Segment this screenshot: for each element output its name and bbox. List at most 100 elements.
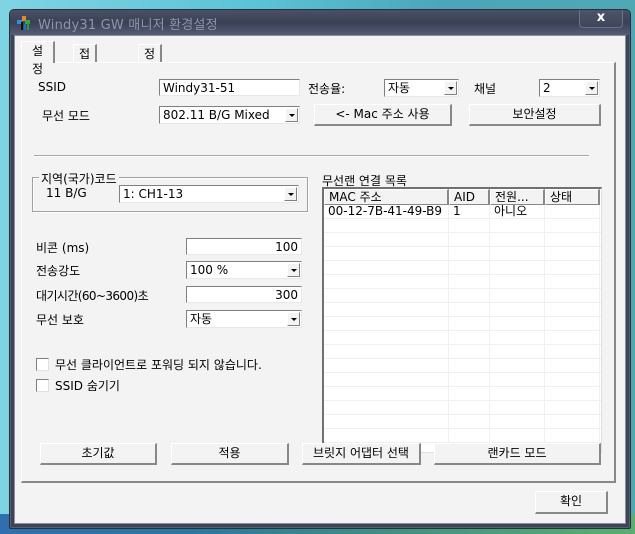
chevron-down-icon[interactable] [287, 263, 300, 277]
empty-cell [545, 233, 600, 246]
empty-cell [324, 429, 449, 442]
empty-cell [324, 415, 449, 428]
empty-cell [324, 303, 449, 316]
empty-cell [449, 429, 490, 442]
empty-cell [324, 331, 449, 344]
column-header-power[interactable]: 전원... [490, 189, 545, 205]
chevron-down-icon[interactable] [285, 108, 298, 122]
tab-info[interactable]: 정보 [138, 44, 163, 79]
empty-cell [449, 247, 490, 260]
tab-access-control[interactable]: 접근 제어 [73, 44, 98, 115]
empty-cell [545, 317, 600, 330]
empty-table-row [324, 373, 601, 387]
beacon-label: 비콘 (ms) [36, 241, 90, 255]
column-header-aid[interactable]: AID [449, 189, 490, 205]
empty-cell [490, 275, 545, 288]
empty-cell [545, 331, 600, 344]
use-mac-address-button[interactable]: <- Mac 주소 사용 [314, 104, 452, 126]
empty-table-row [324, 303, 601, 317]
region-code-group: 지역(국가)코드 11 B/G 1: CH1-13 [32, 170, 308, 212]
title-bar[interactable]: Windy31 GW 매니저 환경설정 x [10, 10, 630, 35]
chevron-down-icon[interactable] [444, 81, 457, 95]
empty-table-row [324, 247, 601, 261]
close-button[interactable]: x [579, 10, 623, 28]
protection-select[interactable]: 자동 [186, 310, 302, 328]
empty-cell [324, 373, 449, 386]
empty-cell [490, 373, 545, 386]
apply-button[interactable]: 적용 [171, 443, 289, 465]
checkbox-box[interactable] [36, 379, 49, 392]
empty-cell [545, 289, 600, 302]
empty-cell [545, 345, 600, 358]
channel-value: 2 [543, 81, 551, 95]
empty-cell [324, 233, 449, 246]
app-logo-icon [17, 16, 30, 30]
empty-cell [490, 247, 545, 260]
client-list[interactable]: MAC 주소 AID 전원... 상태 00-12-7B-41-49-B9 1 … [322, 187, 602, 453]
empty-table-row [324, 415, 601, 429]
security-settings-button[interactable]: 보안설정 [469, 104, 601, 126]
empty-cell [449, 387, 490, 400]
cell-status [545, 205, 600, 218]
empty-table-row [324, 289, 601, 303]
empty-cell [545, 247, 600, 260]
empty-cell [449, 289, 490, 302]
chevron-down-icon[interactable] [585, 81, 598, 95]
empty-table-row [324, 261, 601, 275]
chevron-down-icon[interactable] [287, 312, 300, 326]
checkbox-box[interactable] [36, 358, 49, 371]
cell-power: 아니오 [490, 205, 545, 218]
bridge-adapter-select-button[interactable]: 브릿지 어댑터 선택 [302, 443, 421, 465]
empty-cell [324, 289, 449, 302]
empty-cell [449, 261, 490, 274]
empty-cell [490, 401, 545, 414]
idle-time-input[interactable]: 300 [186, 286, 302, 303]
wireless-mode-label: 무선 모드 [42, 109, 90, 123]
tx-rate-value: 자동 [388, 81, 411, 95]
ok-button[interactable]: 확인 [535, 491, 608, 514]
settings-panel: SSID Windy31-51 전송율: 자동 채널 2 무선 모드 802.1… [21, 62, 616, 483]
cell-mac: 00-12-7B-41-49-B9 [324, 205, 449, 218]
lancard-mode-button[interactable]: 랜카드 모드 [434, 443, 601, 465]
region-code-select[interactable]: 1: CH1-13 [119, 185, 299, 203]
empty-cell [490, 345, 545, 358]
empty-cell [545, 401, 600, 414]
tx-power-label: 전송강도 [36, 264, 81, 278]
empty-cell [324, 261, 449, 274]
hide-ssid-checkbox[interactable]: SSID 숨기기 [36, 377, 120, 394]
separator [34, 155, 589, 157]
empty-cell [490, 261, 545, 274]
chevron-down-icon[interactable] [284, 187, 297, 201]
empty-cell [545, 261, 600, 274]
no-forward-label: 무선 클라이언트로 포워딩 되지 않습니다. [55, 358, 262, 372]
beacon-input[interactable]: 100 [186, 238, 302, 255]
channel-select[interactable]: 2 [539, 79, 600, 97]
channel-label: 채널 [474, 82, 497, 96]
client-area: 설정 접근 제어 정보 SSID Windy31-51 전송율: 자동 채널 2… [14, 35, 626, 524]
column-header-status[interactable]: 상태 [545, 189, 600, 205]
table-row[interactable]: 00-12-7B-41-49-B9 1 아니오 [324, 205, 601, 219]
no-forward-checkbox[interactable]: 무선 클라이언트로 포워딩 되지 않습니다. [36, 356, 262, 373]
ssid-input[interactable]: Windy31-51 [159, 79, 300, 96]
tx-rate-select[interactable]: 자동 [384, 79, 459, 97]
empty-cell [490, 317, 545, 330]
empty-table-row [324, 233, 601, 247]
tx-power-value: 100 % [190, 263, 229, 277]
empty-cell [324, 387, 449, 400]
empty-cell [449, 275, 490, 288]
empty-cell [324, 359, 449, 372]
tx-power-select[interactable]: 100 % [186, 261, 302, 279]
empty-cell [324, 219, 449, 232]
empty-cell [449, 317, 490, 330]
wireless-mode-select[interactable]: 802.11 B/G Mixed [159, 106, 300, 124]
empty-table-row [324, 345, 601, 359]
column-header-mac[interactable]: MAC 주소 [324, 189, 449, 205]
region-code-title: 지역(국가)코드 [39, 170, 119, 187]
empty-table-row [324, 317, 601, 331]
empty-cell [545, 275, 600, 288]
settings-window: Windy31 GW 매니저 환경설정 x 설정 접근 제어 정보 SSID W… [9, 9, 631, 529]
tab-settings[interactable]: 설정 [21, 41, 56, 76]
defaults-button[interactable]: 초기값 [40, 443, 157, 465]
empty-cell [545, 303, 600, 316]
empty-cell [490, 219, 545, 232]
